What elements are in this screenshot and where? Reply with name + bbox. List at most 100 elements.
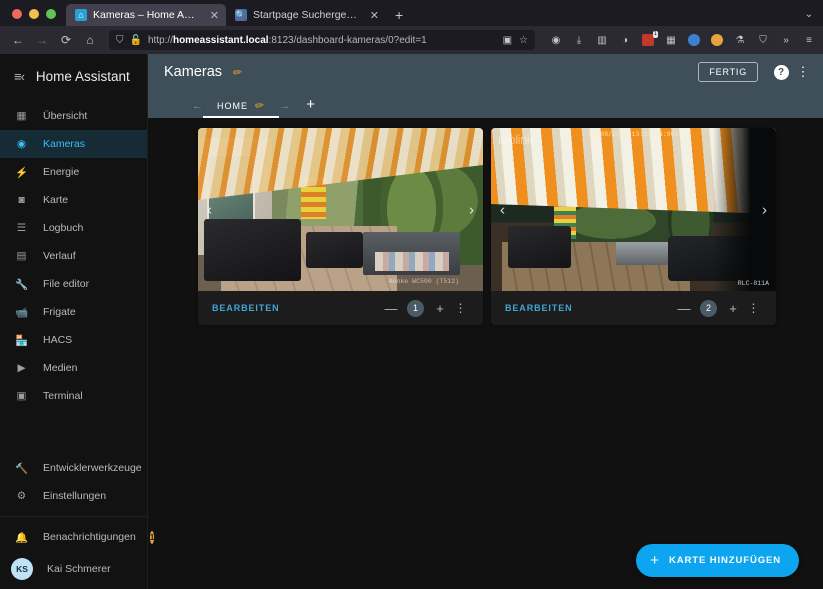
browser-tab-startpage[interactable]: 🔍 Startpage Suchergebnisse ✕ [226, 4, 386, 26]
decrease-position-button[interactable]: — [673, 301, 695, 316]
minimize-window-button[interactable] [29, 9, 39, 19]
sidebar-item-entwicklerwerkzeuge[interactable]: 🔨 Entwicklerwerkzeuge [0, 454, 147, 482]
menu-icon[interactable]: ≡ [802, 33, 816, 47]
sidebar-item-energie[interactable]: ⚡ Energie [0, 158, 147, 186]
page-title: Kameras [164, 64, 222, 80]
sidebar-item-einstellungen[interactable]: ⚙ Einstellungen [0, 482, 147, 510]
done-button[interactable]: FERTIG [698, 62, 758, 82]
url-bar[interactable]: ⛉ 🔓 http://homeassistant.local:8123/dash… [109, 30, 535, 50]
previous-camera-icon[interactable]: ‹ [207, 201, 212, 218]
sidebar-item-label: Frigate [43, 306, 76, 318]
scene-furniture-2 [306, 232, 363, 268]
sidebar-item-terminal[interactable]: ▣ Terminal [0, 382, 147, 410]
sidebar-spacer [0, 410, 147, 454]
increase-position-button[interactable]: + [722, 301, 744, 316]
plus-icon: + [650, 552, 660, 569]
arrow-left-icon[interactable]: ← [192, 100, 203, 118]
dashboard-body: ‹ › Annke WC500 (T512) BEARBEITEN — 1 + … [148, 118, 823, 589]
terminal-icon: ▣ [14, 389, 29, 404]
sidebar-item-verlauf[interactable]: ▤ Verlauf [0, 242, 147, 270]
edit-card-button[interactable]: BEARBEITEN [212, 303, 280, 313]
reader-view-icon[interactable]: ▣ [503, 35, 512, 46]
tab-label: HOME [217, 101, 248, 111]
sidebar-item-medien[interactable]: ▶ Medien [0, 354, 147, 382]
browser-tab-home-assistant[interactable]: ⌂ Kameras – Home Assistant ✕ [66, 4, 226, 26]
sidebar-item-frigate[interactable]: 📹 Frigate [0, 298, 147, 326]
sidebar-item-label: Benachrichtigungen [43, 531, 136, 543]
maximize-window-button[interactable] [46, 9, 56, 19]
new-tab-button[interactable]: + [386, 7, 412, 26]
add-tab-button[interactable]: + [290, 96, 327, 118]
card-footer: BEARBEITEN — 1 + ⋮ [198, 291, 483, 325]
next-camera-icon[interactable]: › [762, 201, 767, 218]
arrow-right-icon[interactable]: → [279, 100, 290, 118]
startpage-icon: 🔍 [235, 9, 247, 21]
camera-feed-image[interactable]: ‹ › Annke WC500 (T512) [198, 128, 483, 291]
sidebar-item-kameras[interactable]: ◉ Kameras [0, 130, 147, 158]
star-icon[interactable]: ☆ [519, 35, 528, 46]
url-text: http://homeassistant.local:8123/dashboar… [148, 35, 497, 46]
list-icon: ☰ [14, 221, 29, 236]
sidebar-item-logbuch[interactable]: ☰ Logbuch [0, 214, 147, 242]
next-camera-icon[interactable]: › [469, 201, 474, 218]
browser-tab-strip: ⌂ Kameras – Home Assistant ✕ 🔍 Startpage… [0, 0, 823, 26]
orange-extension-icon[interactable] [710, 33, 724, 47]
dashboard-tab-row: ← HOME ✏ → + [148, 90, 823, 118]
forward-button[interactable]: → [31, 29, 53, 51]
dashboard-header: Kameras ✏ FERTIG ? ⋮ ← HOME ✏ → [148, 54, 823, 118]
application-area: ≡‹ Home Assistant ▦ Übersicht ◉ Kameras … [0, 54, 823, 589]
reolink-camera-card[interactable]: reolink 24/08/2023 13:22:24:001 RLC-811A… [491, 128, 776, 325]
sidebar-icon[interactable]: ▥ [595, 33, 609, 47]
reload-button[interactable]: ⟳ [55, 29, 77, 51]
clock-icon[interactable]: ◑ [618, 33, 632, 47]
sidebar: ≡‹ Home Assistant ▦ Übersicht ◉ Kameras … [0, 54, 148, 589]
sidebar-item-file-editor[interactable]: 🔧 File editor [0, 270, 147, 298]
chart-icon: ▤ [14, 249, 29, 264]
edit-card-button[interactable]: BEARBEITEN [505, 303, 573, 313]
grid-extension-icon[interactable]: ▦ [664, 33, 678, 47]
avatar: KS [11, 558, 33, 580]
chevron-down-icon[interactable]: ⌄ [805, 9, 823, 26]
globe-extension-icon[interactable] [687, 33, 701, 47]
camera-feed-image[interactable]: reolink 24/08/2023 13:22:24:001 RLC-811A… [491, 128, 776, 291]
card-menu-icon[interactable]: ⋮ [744, 301, 762, 315]
increase-position-button[interactable]: + [429, 301, 451, 316]
downloads-icon[interactable]: ⤓ [572, 33, 586, 47]
sidebar-item-benachrichtigungen[interactable]: 🔔 Benachrichtigungen 1 [0, 523, 147, 551]
bookmarks-extension-icon[interactable]: ⚗ [733, 33, 747, 47]
sidebar-item-uebersicht[interactable]: ▦ Übersicht [0, 102, 147, 130]
camera-model-overlay: RLC-811A [738, 280, 769, 287]
overflow-icon[interactable]: » [779, 33, 793, 47]
close-window-button[interactable] [12, 9, 22, 19]
camera-model-overlay: Annke WC500 (T512) [389, 278, 459, 285]
close-icon[interactable]: ✕ [206, 9, 219, 22]
previous-camera-icon[interactable]: ‹ [500, 201, 505, 218]
card-menu-icon[interactable]: ⋮ [451, 301, 469, 315]
sidebar-item-hacs[interactable]: 🏪 HACS [0, 326, 147, 354]
menu-collapse-icon[interactable]: ≡‹ [14, 69, 24, 84]
pencil-icon[interactable]: ✏ [254, 98, 266, 113]
help-icon[interactable]: ? [772, 65, 790, 80]
red-extension-icon[interactable]: 1 [641, 33, 655, 47]
sidebar-header: ≡‹ Home Assistant [0, 54, 147, 98]
sidebar-item-label: File editor [43, 278, 89, 290]
shield-extension-icon[interactable]: ⛉ [756, 33, 770, 47]
extension-badge: 1 [653, 31, 658, 38]
kebab-menu-icon[interactable]: ⋮ [794, 64, 812, 80]
decrease-position-button[interactable]: — [380, 301, 402, 316]
lock-broken-icon[interactable]: 🔓 [130, 35, 142, 46]
sidebar-title: Home Assistant [36, 69, 130, 84]
sidebar-item-karte[interactable]: ◙ Karte [0, 186, 147, 214]
store-icon: 🏪 [14, 333, 29, 348]
close-icon[interactable]: ✕ [366, 9, 379, 22]
tab-home[interactable]: HOME ✏ [203, 99, 279, 118]
add-card-button[interactable]: + KARTE HINZUFÜGEN [636, 544, 799, 577]
pencil-icon[interactable]: ✏ [232, 65, 243, 79]
shield-icon[interactable]: ⛉ [116, 35, 124, 46]
sidebar-item-user[interactable]: KS Kai Schmerer [0, 551, 147, 587]
back-button[interactable]: ← [7, 29, 29, 51]
sidebar-item-label: Terminal [43, 390, 83, 402]
pocket-icon[interactable]: ◉ [549, 33, 563, 47]
terrasse-camera-card[interactable]: ‹ › Annke WC500 (T512) BEARBEITEN — 1 + … [198, 128, 483, 325]
home-button[interactable]: ⌂ [79, 29, 101, 51]
